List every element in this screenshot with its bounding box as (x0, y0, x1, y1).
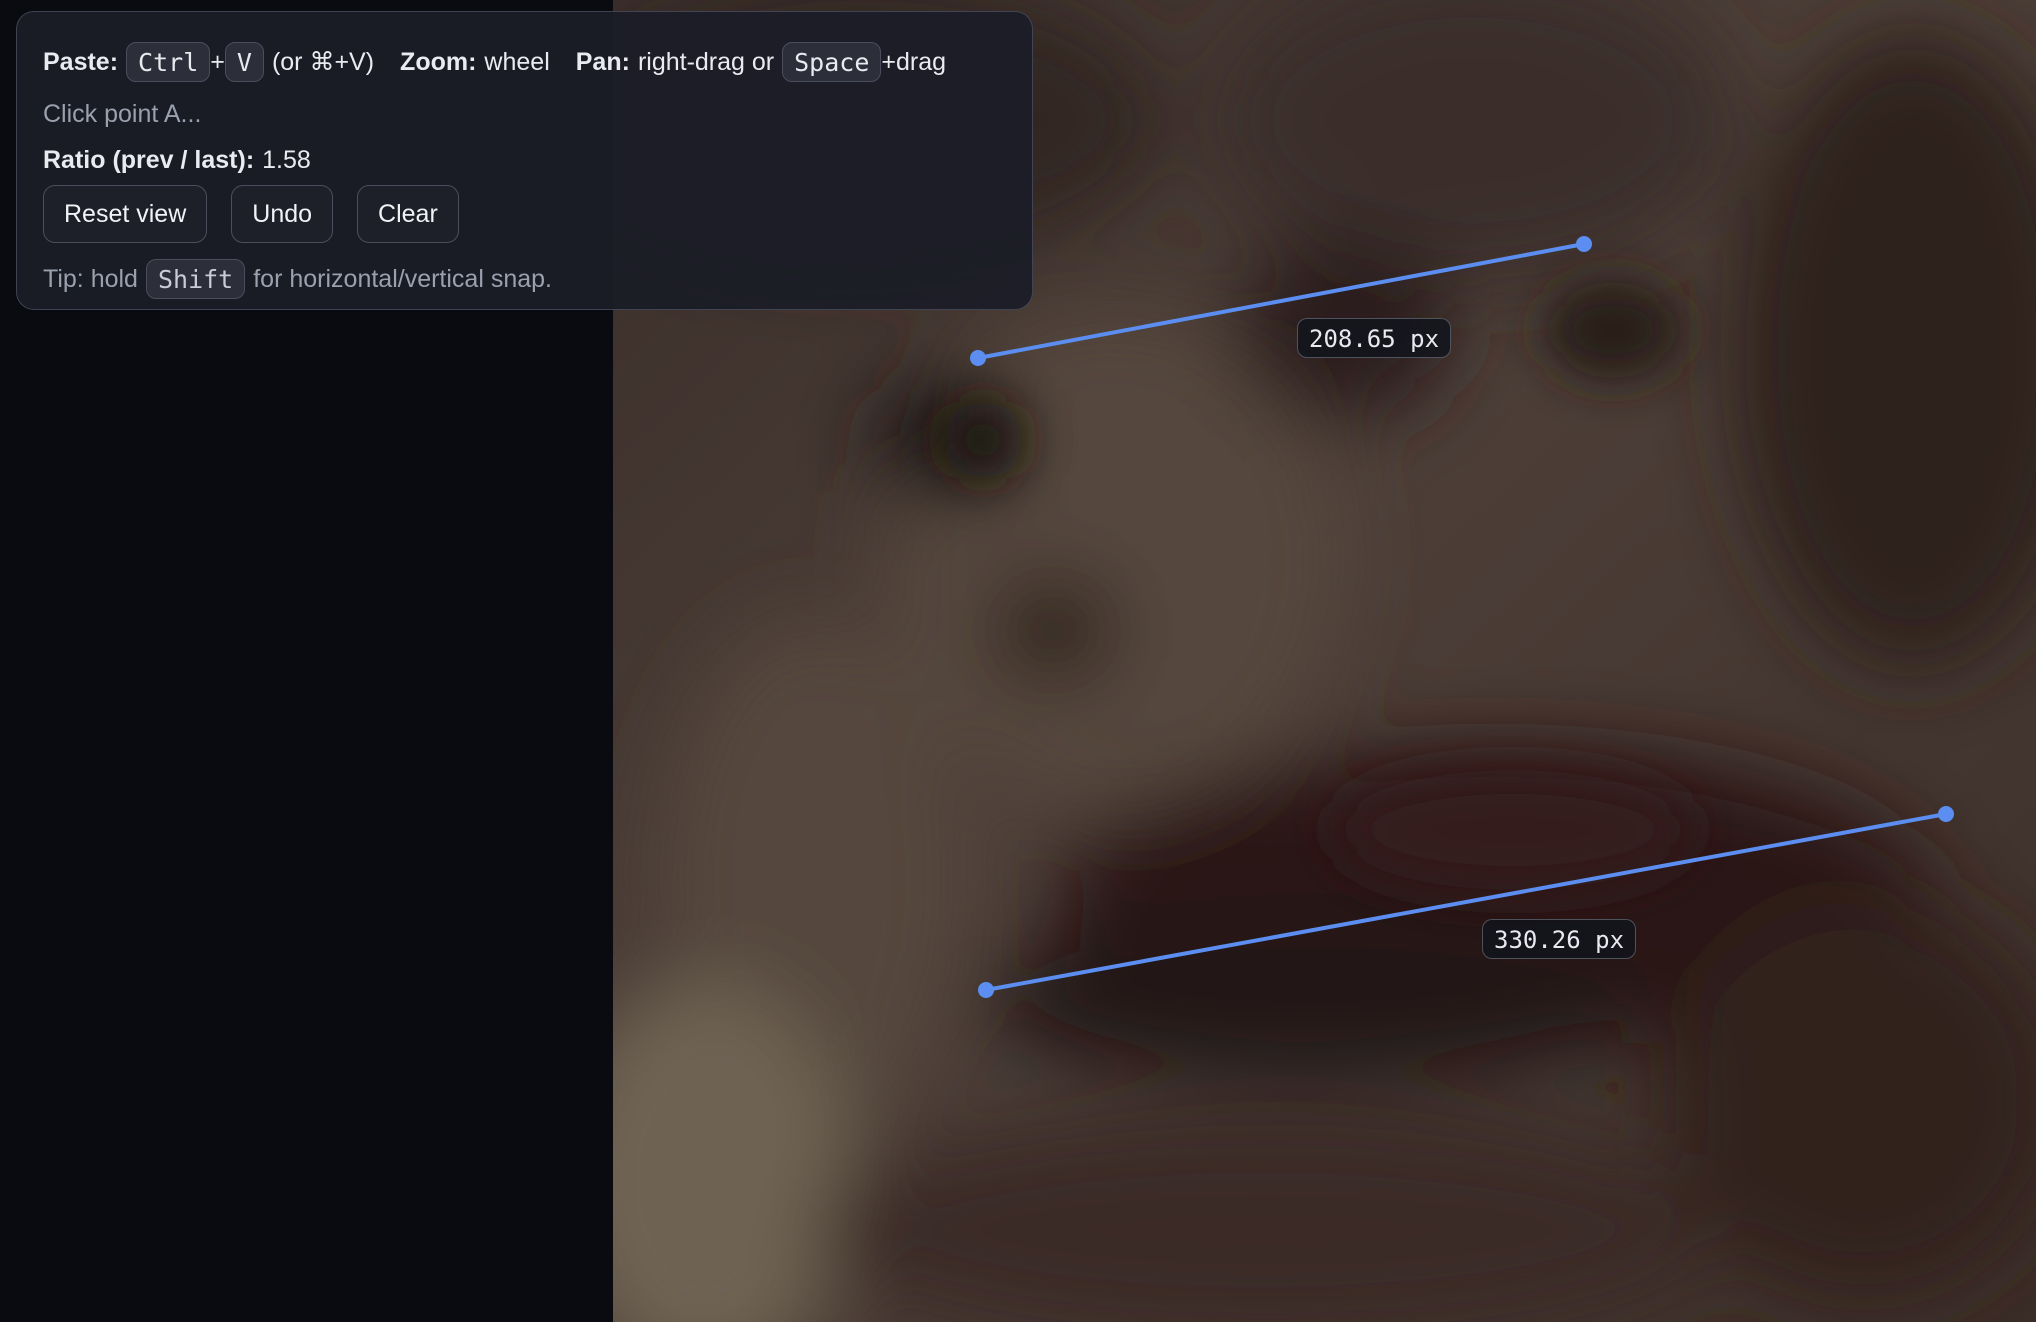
tip-prefix: Tip: hold (43, 264, 138, 293)
zoom-value: wheel (484, 47, 550, 76)
ctrl-key: Ctrl (126, 42, 211, 82)
paste-alt-text: (or ⌘+V) (271, 48, 375, 76)
point-a-handle[interactable] (970, 350, 986, 366)
ratio-value: 1.58 (262, 145, 311, 174)
paste-label: Paste: (43, 47, 119, 76)
tip-suffix: for horizontal/vertical snap. (253, 264, 552, 293)
ratio-label: Ratio (prev / last): (43, 145, 255, 174)
shortcut-help: Paste: Ctrl + V (or ⌘+V) Zoom: wheel Pan… (43, 39, 946, 85)
canvas-area[interactable]: 208.65 px 330.26 px Paste: Ctrl + V (or … (0, 0, 2036, 1322)
reset-view-button[interactable]: Reset view (43, 185, 208, 243)
distance-label: 330.26 px (1482, 919, 1637, 959)
pan-label: Pan: (575, 47, 630, 76)
action-buttons: Reset view Undo Clear (43, 184, 483, 244)
distance-label: 208.65 px (1297, 318, 1452, 358)
clear-button[interactable]: Clear (357, 185, 459, 243)
measurement-2[interactable] (978, 806, 1954, 998)
zoom-label: Zoom: (400, 47, 477, 76)
pan-suffix: +drag (881, 47, 947, 76)
space-key: Space (782, 42, 882, 82)
v-key: V (224, 42, 264, 82)
measurement-line[interactable] (985, 812, 1947, 992)
status-text: Click point A... (43, 99, 202, 128)
control-panel: Paste: Ctrl + V (or ⌘+V) Zoom: wheel Pan… (16, 11, 1033, 310)
point-b-handle[interactable] (1938, 806, 1954, 822)
pan-value: right-drag or (637, 47, 775, 76)
ratio-readout: Ratio (prev / last): 1.58 (43, 138, 311, 182)
point-b-handle[interactable] (1576, 236, 1592, 252)
point-a-handle[interactable] (978, 982, 994, 998)
plus-sign: + (210, 47, 225, 76)
tip-text: Tip: hold Shift for horizontal/vertical … (43, 255, 552, 303)
undo-button[interactable]: Undo (231, 185, 334, 243)
measurement-1[interactable] (970, 236, 1592, 366)
shift-key: Shift (145, 259, 246, 299)
measurement-line[interactable] (977, 242, 1585, 360)
